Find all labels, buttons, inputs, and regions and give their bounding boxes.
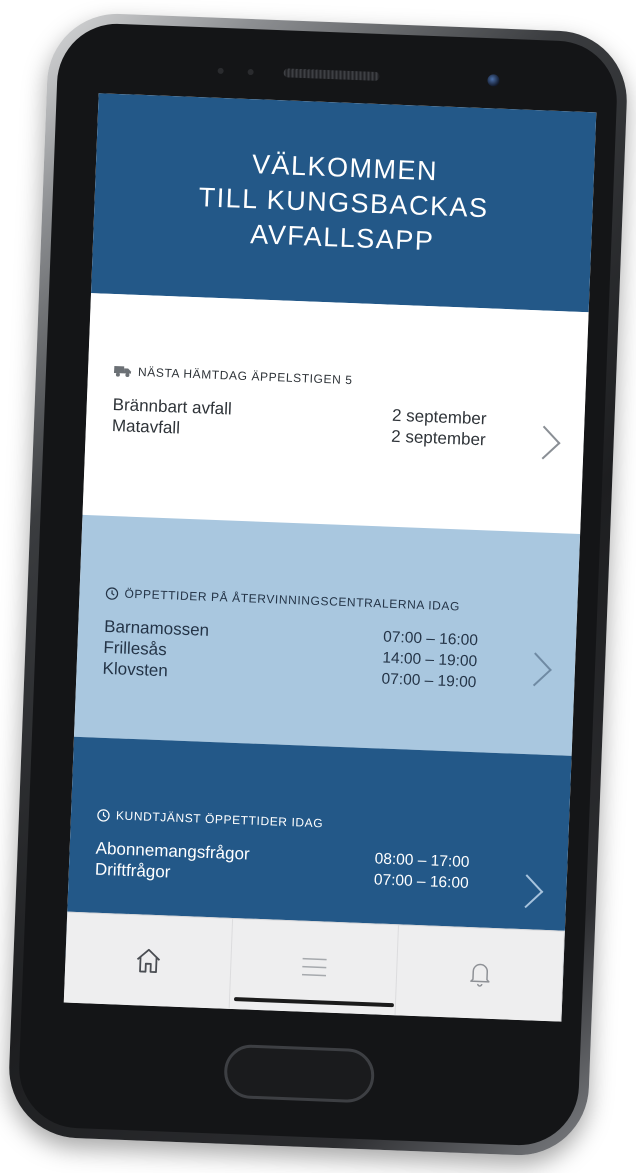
phone-sensor: [217, 67, 224, 74]
bottom-tab-bar: [63, 911, 565, 1022]
welcome-header: VÄLKOMMEN TILL KUNGSBACKAS AVFALLSAPP: [91, 93, 597, 313]
recycling-centre-hours: 07:00 – 19:00: [381, 670, 477, 692]
clock-icon: [97, 808, 110, 822]
home-icon: [136, 948, 160, 973]
front-camera: [487, 74, 500, 87]
phone-bezel: VÄLKOMMEN TILL KUNGSBACKAS AVFALLSAPP NÄ…: [16, 21, 620, 1148]
header-line-2: TILL KUNGSBACKAS: [198, 181, 490, 223]
bell-icon: [469, 963, 490, 987]
pickup-card[interactable]: NÄSTA HÄMTDAG ÄPPELSTIGEN 5 Brännbart av…: [82, 293, 589, 535]
recycling-heading-row: ÖPPETTIDER PÅ ÅTERVINNINGSCENTRALERNA ID…: [105, 586, 551, 617]
phone-speaker: [283, 68, 380, 81]
customer-service-hours: 07:00 – 16:00: [373, 871, 469, 892]
menu-icon: [301, 957, 327, 977]
phone-frame: VÄLKOMMEN TILL KUNGSBACKAS AVFALLSAPP NÄ…: [6, 11, 630, 1158]
truck-icon: [113, 366, 132, 378]
customer-service-heading: KUNDTJÄNST ÖPPETTIDER IDAG: [115, 808, 324, 831]
header-line-3: AVFALLSAPP: [249, 218, 435, 256]
phone-sensor: [247, 68, 254, 76]
customer-service-heading-row: KUNDTJÄNST ÖPPETTIDER IDAG: [97, 808, 543, 839]
pickup-date: 2 september: [390, 426, 487, 450]
recycling-heading: ÖPPETTIDER PÅ ÅTERVINNINGSCENTRALERNA ID…: [124, 586, 461, 614]
physical-home-button[interactable]: [223, 1043, 376, 1104]
pickup-heading-row: NÄSTA HÄMTDAG ÄPPELSTIGEN 5: [113, 364, 560, 395]
tab-notifications[interactable]: [395, 925, 565, 1022]
recycling-hours-card[interactable]: ÖPPETTIDER PÅ ÅTERVINNINGSCENTRALERNA ID…: [73, 514, 581, 756]
app-screen: VÄLKOMMEN TILL KUNGSBACKAS AVFALLSAPP NÄ…: [63, 93, 597, 1022]
recycling-centre-name: Klovsten: [102, 658, 169, 681]
clock-icon: [105, 586, 119, 600]
tab-home[interactable]: [63, 912, 234, 1009]
pickup-heading: NÄSTA HÄMTDAG ÄPPELSTIGEN 5: [137, 364, 353, 388]
